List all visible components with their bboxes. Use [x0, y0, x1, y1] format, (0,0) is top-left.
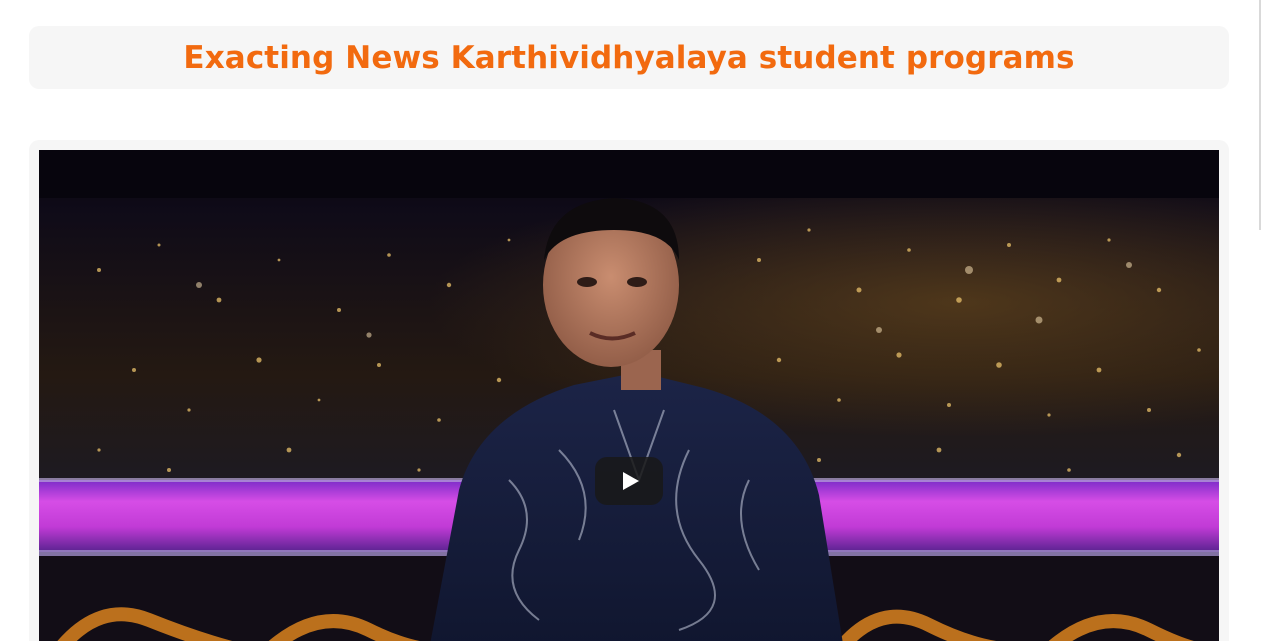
video-player[interactable]: [39, 150, 1219, 641]
play-icon: [623, 472, 639, 490]
page-title: Exacting News Karthividhyalaya student p…: [183, 39, 1075, 76]
video-card: [29, 140, 1229, 641]
play-button[interactable]: [595, 457, 663, 505]
page: Exacting News Karthividhyalaya student p…: [0, 0, 1261, 641]
video-thumbnail: [39, 150, 1219, 641]
title-banner: Exacting News Karthividhyalaya student p…: [29, 26, 1229, 89]
